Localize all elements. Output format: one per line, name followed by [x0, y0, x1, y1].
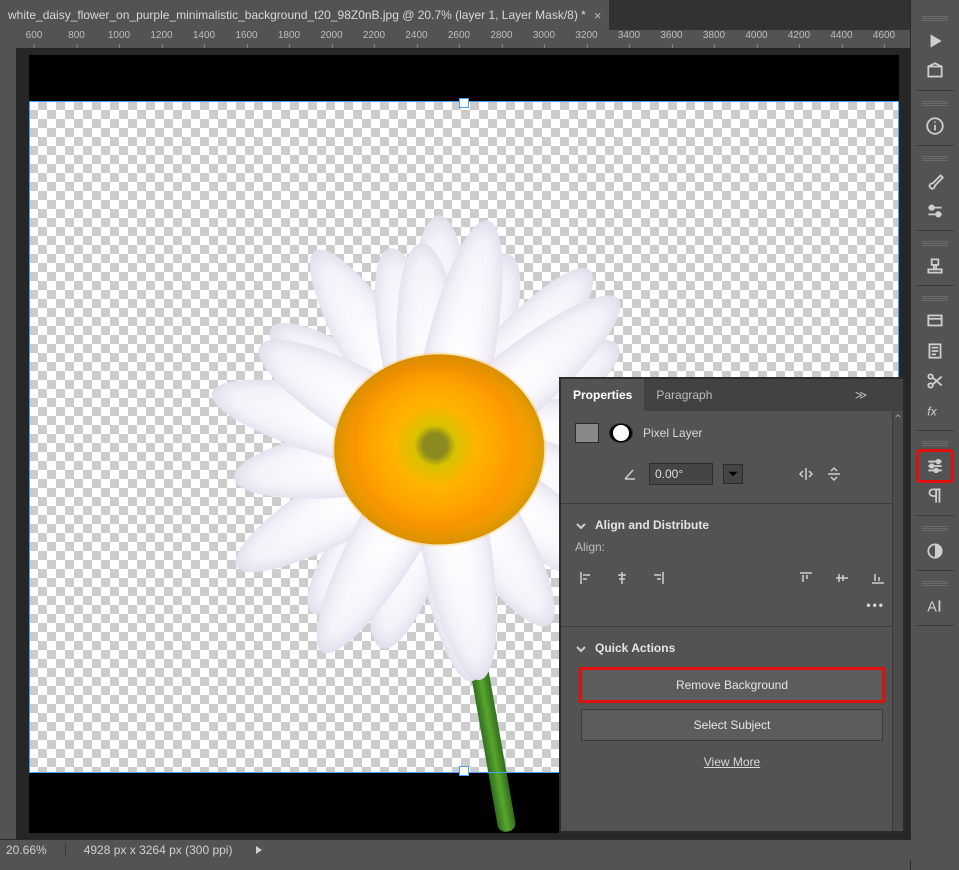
- ruler-tick: 3600: [660, 30, 682, 41]
- contrast-icon[interactable]: [918, 536, 952, 566]
- ruler-tick: 4400: [830, 30, 852, 41]
- zoom-level[interactable]: 20.66%: [6, 843, 47, 857]
- ruler-tick: 1400: [193, 30, 215, 41]
- dock-grip[interactable]: [922, 156, 948, 162]
- document-tab[interactable]: white_daisy_flower_on_purple_minimalisti…: [0, 0, 609, 30]
- section-quick-actions[interactable]: Quick Actions: [561, 631, 903, 661]
- status-bar: 20.66% 4928 px x 3264 px (300 ppi): [0, 839, 911, 860]
- layer-thumb-icon: [575, 423, 599, 443]
- scissors-icon[interactable]: [918, 366, 952, 396]
- panel-menu-icon[interactable]: [875, 379, 903, 411]
- ruler-tick: 4000: [745, 30, 767, 41]
- align-label: Align:: [561, 538, 903, 562]
- panel-scrollbar[interactable]: [892, 411, 903, 831]
- dock-grip[interactable]: [922, 16, 948, 22]
- ruler-tick: 1000: [108, 30, 130, 41]
- close-icon[interactable]: ×: [594, 8, 602, 23]
- panel-tab-strip: Properties Paragraph ≫: [561, 379, 903, 411]
- rotation-field[interactable]: [649, 463, 713, 485]
- angle-icon: [621, 465, 639, 483]
- align-bottom-icon[interactable]: [867, 568, 889, 588]
- document-dimensions: 4928 px x 3264 px (300 ppi): [84, 843, 233, 857]
- art-icon[interactable]: [918, 56, 952, 86]
- right-dock: fx A: [910, 0, 959, 870]
- info-icon[interactable]: [918, 111, 952, 141]
- svg-text:A: A: [927, 600, 937, 616]
- flip-vertical-icon[interactable]: [825, 465, 843, 483]
- dock-grip[interactable]: [922, 101, 948, 107]
- ruler-tick: 600: [26, 30, 43, 41]
- status-menu-icon[interactable]: [256, 846, 262, 854]
- scroll-up-icon[interactable]: [895, 413, 901, 423]
- view-more-link[interactable]: View More: [561, 749, 903, 775]
- align-right-icon[interactable]: [647, 568, 669, 588]
- ruler-tick: 4200: [788, 30, 810, 41]
- ruler-tick: 800: [68, 30, 85, 41]
- ruler-tick: 2400: [405, 30, 427, 41]
- ruler-horizontal[interactable]: 600 800 1000 1200 1400 1600 1800 2000 2200 2400 26…: [16, 30, 911, 49]
- play-icon[interactable]: [918, 26, 952, 56]
- layer-mask-icon: [609, 423, 633, 443]
- align-hcenter-icon[interactable]: [611, 568, 633, 588]
- svg-text:fx: fx: [927, 404, 937, 418]
- ruler-tick: 2800: [490, 30, 512, 41]
- sliders-h-icon[interactable]: [918, 196, 952, 226]
- ruler-vertical[interactable]: [0, 48, 17, 840]
- notes-icon[interactable]: [918, 336, 952, 366]
- fx-icon[interactable]: fx: [918, 396, 952, 426]
- ruler-tick: 3200: [575, 30, 597, 41]
- ruler-tick: 2200: [363, 30, 385, 41]
- ruler-tick: 4600: [873, 30, 895, 41]
- stamp-icon[interactable]: [918, 251, 952, 281]
- layer-type-label: Pixel Layer: [643, 426, 702, 440]
- tab-properties[interactable]: Properties: [561, 379, 644, 411]
- remove-background-button[interactable]: Remove Background: [581, 669, 883, 701]
- select-subject-button[interactable]: Select Subject: [581, 709, 883, 741]
- ruler-tick: 1600: [235, 30, 257, 41]
- dock-grip[interactable]: [922, 441, 948, 447]
- dock-grip[interactable]: [922, 296, 948, 302]
- ruler-tick: 3000: [533, 30, 555, 41]
- ruler-tick: 1800: [278, 30, 300, 41]
- transform-row: [561, 455, 903, 499]
- screens-icon[interactable]: [918, 306, 952, 336]
- align-buttons: [561, 562, 903, 594]
- document-tab-bar: white_daisy_flower_on_purple_minimalisti…: [0, 0, 959, 30]
- align-top-icon[interactable]: [795, 568, 817, 588]
- flip-horizontal-icon[interactable]: [797, 465, 815, 483]
- rotation-dropdown[interactable]: [723, 464, 743, 484]
- align-vcenter-icon[interactable]: [831, 568, 853, 588]
- ruler-tick: 3400: [618, 30, 640, 41]
- tab-paragraph[interactable]: Paragraph: [644, 379, 724, 411]
- align-left-icon[interactable]: [575, 568, 597, 588]
- paragraph-icon[interactable]: [918, 481, 952, 511]
- dock-grip[interactable]: [922, 581, 948, 587]
- ruler-tick: 2000: [320, 30, 342, 41]
- dock-grip[interactable]: [922, 241, 948, 247]
- adjust-icon[interactable]: [918, 451, 952, 481]
- character-icon[interactable]: A: [918, 591, 952, 621]
- document-tab-title: white_daisy_flower_on_purple_minimalisti…: [8, 8, 586, 22]
- ruler-tick: 3800: [703, 30, 725, 41]
- layer-type-row: Pixel Layer: [561, 411, 903, 455]
- align-more-button[interactable]: •••: [561, 594, 903, 622]
- brush-icon[interactable]: [918, 166, 952, 196]
- properties-panel: Properties Paragraph ≫ Pixel Layer Align…: [560, 378, 904, 832]
- dock-grip[interactable]: [922, 526, 948, 532]
- panel-collapse-icon[interactable]: ≫: [847, 379, 875, 411]
- section-align[interactable]: Align and Distribute: [561, 508, 903, 538]
- ruler-tick: 2600: [448, 30, 470, 41]
- ruler-tick: 1200: [150, 30, 172, 41]
